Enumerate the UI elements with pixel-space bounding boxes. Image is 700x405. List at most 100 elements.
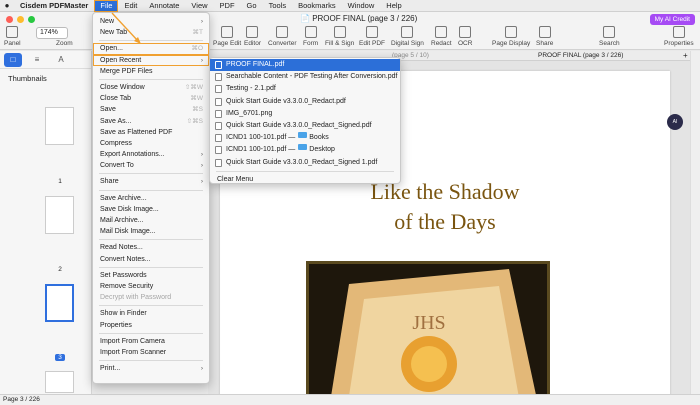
recent-file-label: Quick Start Guide v3.3.0.0_Redact_Signed… — [226, 121, 372, 129]
thumbnail-page-4[interactable] — [45, 371, 74, 393]
minimize-window-icon[interactable] — [17, 16, 24, 23]
menu-annotate[interactable]: Annotate — [143, 0, 185, 12]
recent-file-item[interactable]: Quick Start Guide v3.3.0.0_Redact_Signed… — [210, 120, 400, 132]
file-menu-item-mail-archive[interactable]: Mail Archive... — [93, 215, 209, 226]
file-menu-item-export-annotations[interactable]: Export Annotations... › — [93, 149, 209, 160]
file-menu-item-convert-notes[interactable]: Convert Notes... — [93, 254, 209, 265]
file-menu-item-new[interactable]: New › — [93, 16, 209, 27]
menu-go[interactable]: Go — [241, 0, 263, 12]
digital-sign-icon — [401, 26, 414, 38]
ocr-button[interactable]: OCR — [458, 26, 472, 47]
panel-button[interactable]: Panel — [4, 26, 21, 47]
redact-button[interactable]: Redact — [431, 26, 452, 47]
svg-text:JHS: JHS — [412, 312, 445, 334]
file-menu-item-open[interactable]: Open... ⌘O — [93, 43, 209, 55]
recent-file-item[interactable]: PROOF FINAL.pdf — [210, 59, 400, 72]
document-icon — [215, 97, 222, 106]
file-menu-item-save-archive[interactable]: Save Archive... — [93, 193, 209, 204]
file-menu-item-open-recent[interactable]: Open Recent › — [93, 54, 209, 66]
zoom-select[interactable]: 174% — [36, 27, 68, 39]
add-tab-icon[interactable]: + — [683, 51, 688, 60]
thumbnail-number: 1 — [58, 178, 62, 185]
file-menu-item-save-disk-image[interactable]: Save Disk Image... — [93, 204, 209, 215]
search-button[interactable]: Search — [599, 26, 620, 47]
form-button[interactable]: Form — [303, 26, 318, 47]
menu-bookmarks[interactable]: Bookmarks — [292, 0, 342, 12]
menu-tools[interactable]: Tools — [263, 0, 293, 12]
recent-file-item[interactable]: ICND1 100-101.pdf — Books — [210, 132, 400, 144]
file-menu-item-close-window[interactable]: Close Window ⇧⌘W — [93, 82, 209, 93]
menu-file[interactable]: File — [94, 0, 119, 12]
clear-menu-item[interactable]: Clear Menu — [210, 174, 400, 186]
recent-file-item[interactable]: Testing - 2.1.pdf — [210, 83, 400, 95]
file-menu-item-import-from-scanner[interactable]: Import From Scanner — [93, 347, 209, 358]
menu-item-label: Decrypt with Password — [100, 294, 172, 302]
document-icon — [215, 109, 222, 118]
share-button[interactable]: Share — [536, 26, 553, 47]
fill-sign-button[interactable]: Fill & Sign — [325, 26, 354, 47]
folder-icon — [298, 132, 308, 139]
properties-icon — [672, 26, 685, 38]
editor-button[interactable]: Editor — [244, 26, 261, 47]
file-menu-item-show-in-finder[interactable]: Show in Finder — [93, 308, 209, 319]
zoom-window-icon[interactable] — [28, 16, 35, 23]
file-menu-item-convert-to[interactable]: Convert To › — [93, 160, 209, 171]
menu-item-label: Mail Archive... — [100, 217, 144, 224]
edit-pdf-button[interactable]: Edit PDF — [359, 26, 385, 47]
file-menu-item-share[interactable]: Share › — [93, 176, 209, 187]
menu-separator — [99, 332, 203, 334]
file-menu-item-set-passwords[interactable]: Set Passwords — [93, 270, 209, 281]
thumbnail-page-2[interactable] — [45, 196, 74, 234]
ai-assistant-icon[interactable]: AI — [667, 114, 683, 130]
menu-shortcut: ⌘S — [192, 106, 203, 114]
file-menu-item-mail-disk-image[interactable]: Mail Disk Image... — [93, 226, 209, 237]
apple-icon[interactable]: ● — [0, 1, 14, 10]
thumbnail-page-3[interactable] — [45, 284, 74, 322]
menu-shortcut: ⌘T — [192, 29, 203, 37]
file-menu-item-save-as-flattened-pdf[interactable]: Save as Flattened PDF — [93, 127, 209, 138]
thumbnails-tab-icon[interactable]: □ — [4, 52, 22, 67]
menu-separator — [99, 40, 203, 42]
file-menu-item-compress[interactable]: Compress — [93, 138, 209, 149]
recent-file-item[interactable]: Quick Start Guide v3.3.0.0_Redact.pdf — [210, 96, 400, 108]
thumbnail-page-1[interactable] — [45, 107, 74, 145]
file-menu-item-save[interactable]: Save ⌘S — [93, 104, 209, 115]
properties-button[interactable]: Properties — [664, 26, 694, 47]
file-menu-item-properties[interactable]: Properties — [93, 320, 209, 331]
ai-credit-button[interactable]: My AI Credit — [649, 14, 695, 25]
menu-edit[interactable]: Edit — [118, 0, 143, 12]
file-menu-item-new-tab[interactable]: New Tab ⌘T — [93, 27, 209, 38]
recent-file-item[interactable]: Quick Start Guide v3.3.0.0_Redact_Signed… — [210, 157, 400, 169]
close-window-icon[interactable] — [6, 16, 13, 23]
file-menu-item-import-from-camera[interactable]: Import From Camera — [93, 336, 209, 347]
file-menu-item-read-notes[interactable]: Read Notes... — [93, 242, 209, 253]
recent-file-item[interactable]: IMG_6701.png — [210, 108, 400, 120]
menu-pdf[interactable]: PDF — [214, 0, 241, 12]
recent-file-label: Searchable Content - PDF Testing After C… — [226, 73, 398, 81]
menu-separator — [99, 78, 203, 80]
file-menu-item-save-as[interactable]: Save As... ⇧⌘S — [93, 116, 209, 127]
file-menu-item-print[interactable]: Print... › — [93, 363, 209, 374]
outline-tab-icon[interactable]: ≡ — [28, 53, 46, 67]
recent-file-label: ICND1 100-101.pdf — — [226, 146, 296, 154]
digital-sign-button[interactable]: Digital Sign — [391, 26, 424, 47]
menu-item-label: Open Recent — [100, 56, 142, 64]
menu-item-label: Convert To — [100, 162, 134, 170]
file-menu-item-close-tab[interactable]: Close Tab ⌘W — [93, 93, 209, 104]
annotation-tab-icon[interactable]: A — [52, 53, 70, 67]
recent-file-item[interactable]: ICND1 100-101.pdf — Desktop — [210, 144, 400, 156]
vertical-scrollbar[interactable] — [690, 51, 700, 394]
file-menu-item-remove-security[interactable]: Remove Security — [93, 281, 209, 292]
window-title: 📄 PROOF FINAL (page 3 / 226) — [300, 14, 418, 23]
page-display-button[interactable]: Page Display — [492, 26, 530, 47]
menu-app[interactable]: Cisdem PDFMaster — [14, 0, 94, 12]
menu-view[interactable]: View — [185, 0, 213, 12]
recent-file-item[interactable]: Searchable Content - PDF Testing After C… — [210, 71, 400, 83]
menu-help[interactable]: Help — [380, 0, 407, 12]
folder-icon — [298, 144, 308, 151]
file-menu-item-merge-pdf-files[interactable]: Merge PDF Files — [93, 66, 209, 77]
page-edit-button[interactable]: Page Edit — [213, 26, 241, 47]
converter-button[interactable]: Converter — [268, 26, 297, 47]
menu-window[interactable]: Window — [342, 0, 381, 12]
active-tab-title[interactable]: PROOF FINAL (page 3 / 226) — [538, 52, 623, 59]
